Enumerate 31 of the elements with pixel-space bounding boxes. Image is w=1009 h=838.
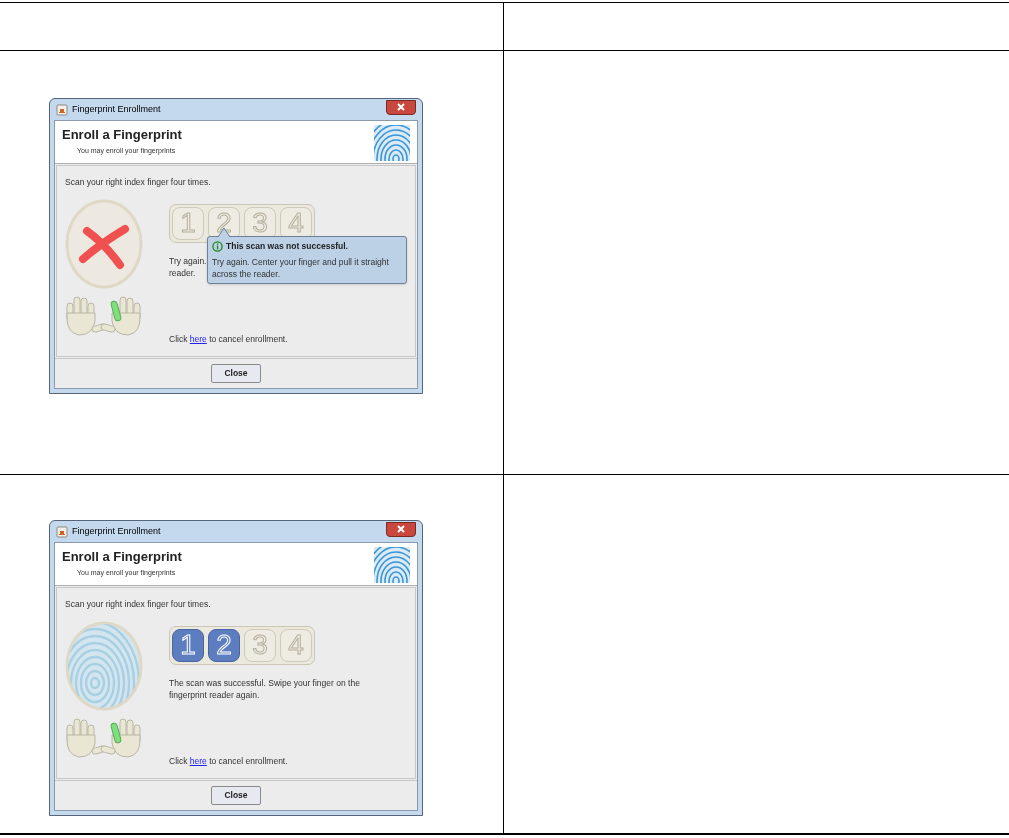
instruction-text: Scan your right index finger four times. — [65, 176, 212, 189]
info-icon — [212, 240, 223, 252]
app-icon — [56, 103, 68, 116]
step-number: 3 — [244, 628, 276, 662]
instruction-text: Scan your right index finger four times. — [65, 598, 212, 611]
fingerprint-icon — [374, 547, 410, 583]
status-message: fingerprint reader again. — [169, 688, 260, 701]
app-icon — [56, 525, 68, 538]
here-link[interactable]: here — [189, 756, 207, 767]
step-number: 1 — [172, 206, 204, 240]
tooltip-text: Try again. Center your finger and pull it straight across the reader. — [212, 255, 390, 280]
window-title: Fingerprint Enrollment — [72, 102, 161, 116]
close-icon — [397, 103, 405, 111]
status-message: Try again. — [169, 254, 207, 267]
status-message: The scan was successful. Swipe your finger on the — [169, 676, 360, 689]
close-window-button[interactable] — [386, 99, 416, 115]
status-message: reader. — [169, 266, 196, 279]
close-window-button[interactable] — [386, 521, 416, 537]
close-icon — [397, 525, 405, 533]
close-button[interactable]: Close — [211, 364, 261, 383]
dialog-heading: Enroll a Fingerprint — [62, 548, 182, 566]
step-number: 4 — [280, 628, 312, 662]
dialog-heading: Enroll a Fingerprint — [62, 126, 182, 144]
cancel-text: Click here to cancel enrollment. — [169, 333, 289, 346]
cancel-text: Click here to cancel enrollment. — [169, 755, 289, 768]
here-link[interactable]: here — [189, 334, 207, 345]
fingerprint-icon — [374, 125, 410, 161]
step-number: 1 — [172, 628, 204, 662]
tooltip-title: This scan was not successful. — [226, 240, 348, 253]
window-title: Fingerprint Enrollment — [72, 524, 161, 538]
close-button[interactable]: Close — [211, 786, 261, 805]
